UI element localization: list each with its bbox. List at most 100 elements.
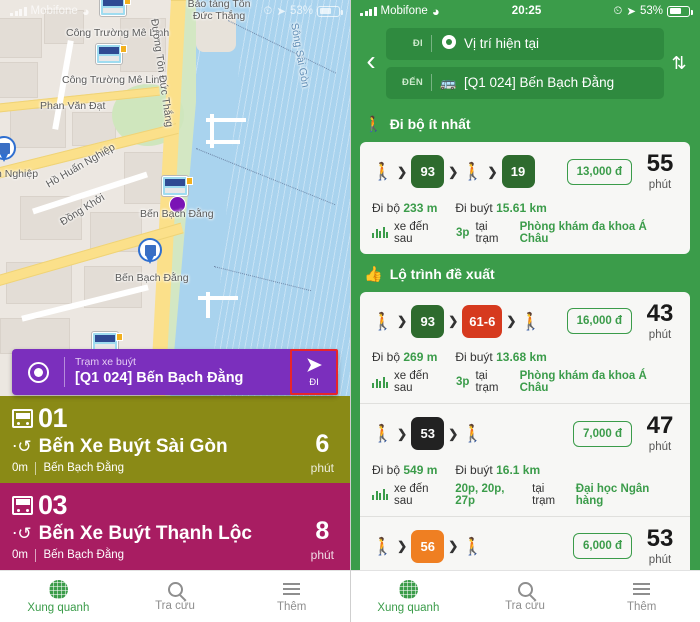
globe-icon [48, 579, 68, 599]
route-badge[interactable]: 93 [411, 155, 445, 189]
chevron-right-icon: ❯ [448, 539, 459, 554]
route-badge[interactable]: 56 [411, 529, 445, 563]
chevron-right-icon: ❯ [487, 164, 498, 179]
note-time: 3p [456, 226, 470, 239]
tab-them[interactable]: Thêm [583, 571, 700, 622]
live-signal-icon [372, 489, 388, 500]
sub-divider [34, 548, 37, 562]
battery-percent: 53% [289, 5, 313, 17]
arrow-directions-icon: ➤ [306, 355, 322, 376]
itinerary-card[interactable]: 🚶 ❯ 53 ❯ 🚶 7,000 đ 47 phút Đi bộ 549 m Đ… [360, 403, 690, 516]
route-destination: Bến Xe Buýt Sài Gòn [38, 436, 228, 457]
itinerary-card[interactable]: 🚶 ❯ 56 ❯ 🚶 6,000 đ 53 phút Đi bộ [360, 515, 690, 571]
map-label: Phan Văn Đạt [40, 100, 106, 112]
carrier-info: Mobifone ◕ [360, 5, 440, 18]
section-header-least-walking: 🚶 Đi bộ ít nhất [350, 104, 700, 142]
duration-block: 43 phút [642, 301, 678, 342]
destination-field[interactable]: ĐẾN 🚌 [Q1 024] Bến Bạch Đằng [386, 66, 664, 99]
bus-stop-pin-icon[interactable] [138, 238, 162, 264]
map-block [0, 62, 38, 98]
bus-route-list[interactable]: 01 ⋅↺ Bến Xe Buýt Sài Gòn 0m Bến Bạch Đằ… [0, 396, 350, 570]
right-tab-bar[interactable]: Xung quanh Tra cứu Thêm [350, 570, 700, 622]
route-badge[interactable]: 19 [501, 155, 535, 189]
bus-stop-icon[interactable] [162, 176, 188, 196]
origin-field[interactable]: ĐI Vị trí hiện tại [386, 27, 664, 60]
duration-block: 55 phút [642, 152, 678, 192]
tab-tra-cuu[interactable]: Tra cứu [467, 571, 584, 622]
status-right: ⏲ ➤ 53% [263, 4, 343, 18]
duration-unit: phút [648, 553, 672, 566]
location-arrow-icon: ➤ [626, 6, 636, 18]
ride-value: 15.61 km [496, 200, 547, 215]
chevron-right-icon: ❯ [448, 314, 459, 329]
bus-route-row[interactable]: 01 ⋅↺ Bến Xe Buýt Sài Gòn 0m Bến Bạch Đằ… [0, 396, 350, 483]
tab-label: Tra cứu [505, 599, 545, 612]
note-mid: tại trạm [475, 220, 499, 245]
ride-label: Đi buýt [455, 462, 493, 477]
bus-icon [12, 409, 33, 428]
walk-icon: 🚶 [372, 536, 394, 556]
locate-icon-wrap[interactable] [12, 361, 64, 383]
walk-metric: Đi bộ 549 m [372, 463, 437, 477]
duration-unit: phút [648, 179, 672, 191]
left-tab-bar[interactable]: Xung quanh Tra cứu Thêm [0, 570, 350, 622]
walk-icon: 🚶 [462, 424, 484, 444]
ride-label: Đi buýt [455, 350, 493, 364]
ride-metric: Đi buýt 13.68 km [455, 350, 546, 364]
walk-label: Đi bộ [372, 462, 401, 477]
tab-tra-cuu[interactable]: Tra cứu [117, 571, 234, 622]
selected-stop-banner[interactable]: Trạm xe buýt [Q1 024] Bến Bạch Đằng ➤ ĐI [12, 349, 338, 395]
route-minutes: 6 [315, 430, 330, 458]
card-top: 🚶 ❯ 56 ❯ 🚶 6,000 đ 53 phút [372, 526, 678, 567]
back-button[interactable]: ‹ [356, 47, 386, 75]
duration-value: 55 [646, 150, 674, 177]
walk-metric: Đi bộ 233 m [372, 201, 437, 215]
map-label: Bến Bạch Đằng [115, 272, 189, 284]
route-badge[interactable]: 61-6 [462, 304, 503, 338]
chevron-right-icon: ❯ [448, 164, 459, 179]
fare-badge: 13,000 đ [566, 158, 632, 185]
swap-vertical-icon: ⇅ [671, 52, 687, 73]
stop-name: [Q1 024] Bến Bạch Đằng [75, 370, 244, 387]
leg-chain: 🚶 ❯ 53 ❯ 🚶 [372, 417, 573, 451]
route-stop: Bến Bạch Đằng [43, 549, 125, 562]
route-badge[interactable]: 93 [411, 304, 445, 338]
chevron-right-icon: ❯ [397, 426, 408, 441]
live-signal-icon [372, 376, 388, 388]
bus-stop-icon[interactable] [96, 44, 122, 64]
route-badge[interactable]: 53 [411, 417, 445, 451]
itinerary-card[interactable]: 🚶 ❯ 93 ❯ 🚶 ❯ 19 13,000 đ 55 phút Đi bộ 2… [360, 142, 690, 254]
tab-them[interactable]: Thêm [233, 571, 350, 622]
note-stop: Phòng khám đa khoa Á Châu [519, 220, 647, 245]
fare-badge: 16,000 đ [566, 308, 632, 335]
swap-direction-button[interactable]: ⇅ [664, 53, 694, 74]
itinerary-list[interactable]: 🚶 Đi bộ ít nhất 🚶 ❯ 93 ❯ 🚶 ❯ 19 13,000 đ [350, 104, 700, 570]
route-eta: 6 phút [311, 430, 334, 475]
route-distance: 0m [12, 549, 28, 562]
route-destination-row: ⋅↺ Bến Xe Buýt Sài Gòn [12, 436, 338, 458]
duration-block: 47 phút [642, 414, 678, 454]
left-phone-screen: Công Trường Mê Linh Công Trường Mê Linh … [0, 0, 350, 622]
bus-route-row[interactable]: 03 ⋅↺ Bến Xe Buýt Thạnh Lộc 0m Bến Bạch … [0, 482, 350, 570]
tab-xung-quanh[interactable]: Xung quanh [350, 571, 467, 622]
pier [198, 296, 238, 300]
walk-icon: 🚶 [372, 162, 394, 182]
ride-metric: Đi buýt 15.61 km [455, 201, 546, 215]
battery-percent: 53% [639, 5, 663, 17]
itinerary-card[interactable]: 🚶 ❯ 93 ❯ 61-6 ❯ 🚶 16,000 đ 43 phút Đi bộ… [360, 292, 690, 404]
tab-xung-quanh[interactable]: Xung quanh [0, 571, 117, 622]
route-stop: Bến Bạch Đằng [43, 462, 125, 475]
duration-unit: phút [648, 441, 672, 453]
arrival-note: xe đến sau 20p, 20p, 27p tại trạm Đại họ… [372, 483, 678, 507]
tab-label: Xung quanh [377, 601, 440, 614]
go-directions-button[interactable]: ➤ ĐI [290, 349, 338, 395]
route-minutes: 8 [315, 516, 330, 545]
wifi-icon: ◕ [431, 3, 440, 19]
route-search-header: ‹ ĐI Vị trí hiện tại ĐẾN 🚌 [Q1 024] Bến … [350, 22, 700, 104]
leg-chain: 🚶 ❯ 93 ❯ 61-6 ❯ 🚶 [372, 304, 567, 338]
card-top: 🚶 ❯ 93 ❯ 61-6 ❯ 🚶 16,000 đ 43 phút [372, 301, 678, 342]
left-status-bar: Mobifone ◕ ⏲ ➤ 53% [0, 0, 350, 22]
leg-chain: 🚶 ❯ 56 ❯ 🚶 [372, 529, 573, 563]
tab-label: Xung quanh [27, 601, 90, 614]
carrier-name: Mobifone [380, 5, 428, 17]
